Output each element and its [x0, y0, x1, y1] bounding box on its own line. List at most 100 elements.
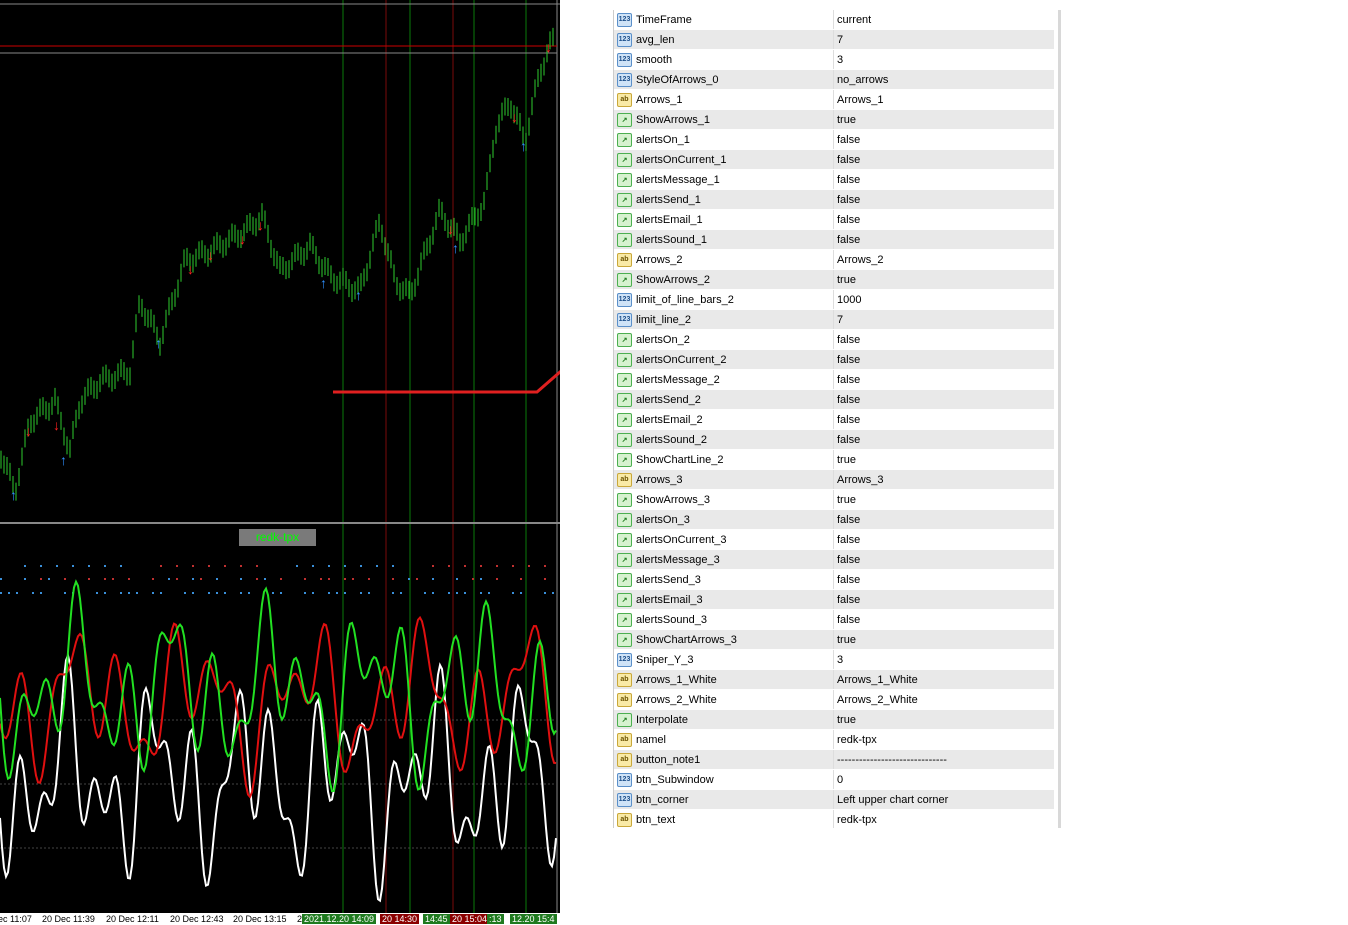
property-value[interactable]: false: [834, 330, 1054, 349]
property-value[interactable]: false: [834, 210, 1054, 229]
property-value[interactable]: redk-tpx: [834, 810, 1054, 828]
property-value[interactable]: no_arrows: [834, 70, 1054, 89]
sell-arrow-icon: ↓: [511, 109, 518, 125]
property-row[interactable]: ab Arrows_2 Arrows_2: [614, 250, 1058, 270]
property-row[interactable]: ↗ alertsEmail_1 false: [614, 210, 1058, 230]
property-row[interactable]: ↗ alertsEmail_2 false: [614, 410, 1058, 430]
property-value[interactable]: ------------------------------: [834, 750, 1054, 769]
property-name-cell: ↗ alertsSend_2: [614, 390, 834, 409]
signal-dot: [88, 578, 90, 580]
property-row[interactable]: ↗ alertsOnCurrent_3 false: [614, 530, 1058, 550]
property-row[interactable]: ↗ alertsOnCurrent_2 false: [614, 350, 1058, 370]
property-value[interactable]: true: [834, 710, 1054, 729]
property-row[interactable]: ab Arrows_3 Arrows_3: [614, 470, 1058, 490]
property-row[interactable]: ↗ alertsOnCurrent_1 false: [614, 150, 1058, 170]
property-value[interactable]: Arrows_2: [834, 250, 1054, 269]
property-row[interactable]: ↗ ShowChartLine_2 true: [614, 450, 1058, 470]
property-name-cell: ↗ alertsMessage_3: [614, 550, 834, 569]
property-row[interactable]: ab Arrows_1_White Arrows_1_White: [614, 670, 1058, 690]
property-row[interactable]: ↗ alertsEmail_3 false: [614, 590, 1058, 610]
property-value[interactable]: false: [834, 150, 1054, 169]
property-value[interactable]: false: [834, 350, 1054, 369]
property-row[interactable]: 123 limit_line_2 7: [614, 310, 1058, 330]
integer-type-icon: 123: [617, 652, 632, 667]
price-chart[interactable]: ↑ ↑ ↑ ↑ ↑ ↑ ↑ ↓ ↓ ↓ ↓ ↓ ↓ ↓ ↓ ↓ redk-tpx ec 11:07 20 Dec…: [0, 0, 560, 925]
property-value[interactable]: Arrows_3: [834, 470, 1054, 489]
property-name: TimeFrame: [636, 13, 692, 26]
property-value[interactable]: false: [834, 190, 1054, 209]
property-row[interactable]: 123 btn_Subwindow 0: [614, 770, 1058, 790]
property-value[interactable]: false: [834, 230, 1054, 249]
property-value[interactable]: Arrows_1: [834, 90, 1054, 109]
property-value[interactable]: 1000: [834, 290, 1054, 309]
property-row[interactable]: ↗ alertsMessage_3 false: [614, 550, 1058, 570]
property-row[interactable]: ↗ alertsSend_2 false: [614, 390, 1058, 410]
property-value[interactable]: Arrows_1_White: [834, 670, 1054, 689]
property-value[interactable]: 3: [834, 50, 1054, 69]
property-row[interactable]: 123 StyleOfArrows_0 no_arrows: [614, 70, 1058, 90]
property-row[interactable]: 123 smooth 3: [614, 50, 1058, 70]
property-row[interactable]: 123 btn_corner Left upper chart corner: [614, 790, 1058, 810]
property-row[interactable]: ab btn_text redk-tpx: [614, 810, 1058, 828]
property-value[interactable]: false: [834, 370, 1054, 389]
property-value[interactable]: false: [834, 570, 1054, 589]
signal-dot: [256, 565, 258, 567]
property-row[interactable]: ↗ Interpolate true: [614, 710, 1058, 730]
inputs-table[interactable]: 123 TimeFrame current 123 avg_len 7 123 smooth 3…: [613, 10, 1061, 828]
property-row[interactable]: ↗ alertsOn_3 false: [614, 510, 1058, 530]
property-value[interactable]: false: [834, 430, 1054, 449]
property-row[interactable]: ab Arrows_1 Arrows_1: [614, 90, 1058, 110]
property-row[interactable]: ↗ alertsSound_1 false: [614, 230, 1058, 250]
property-value[interactable]: false: [834, 510, 1054, 529]
property-row[interactable]: ↗ ShowArrows_3 true: [614, 490, 1058, 510]
property-value[interactable]: 0: [834, 770, 1054, 789]
property-row[interactable]: ↗ alertsSound_3 false: [614, 610, 1058, 630]
property-value[interactable]: 7: [834, 310, 1054, 329]
property-row[interactable]: ab button_note1 --------------------------…: [614, 750, 1058, 770]
property-value[interactable]: 7: [834, 30, 1054, 49]
property-row[interactable]: ↗ ShowArrows_2 true: [614, 270, 1058, 290]
property-row[interactable]: ↗ ShowArrows_1 true: [614, 110, 1058, 130]
bool-type-icon: ↗: [617, 372, 632, 387]
property-name-cell: ↗ alertsSound_3: [614, 610, 834, 629]
property-value[interactable]: true: [834, 450, 1054, 469]
property-row[interactable]: 123 limit_of_line_bars_2 1000: [614, 290, 1058, 310]
property-value[interactable]: true: [834, 490, 1054, 509]
property-value[interactable]: redk-tpx: [834, 730, 1054, 749]
property-value[interactable]: false: [834, 170, 1054, 189]
property-value[interactable]: true: [834, 630, 1054, 649]
property-value[interactable]: true: [834, 110, 1054, 129]
property-value[interactable]: false: [834, 410, 1054, 429]
property-value[interactable]: 3: [834, 650, 1054, 669]
property-row[interactable]: 123 Sniper_Y_3 3: [614, 650, 1058, 670]
property-value[interactable]: Left upper chart corner: [834, 790, 1054, 809]
signal-dot: [280, 578, 282, 580]
signal-dot: [48, 578, 50, 580]
property-row[interactable]: ↗ alertsSend_3 false: [614, 570, 1058, 590]
property-value[interactable]: false: [834, 390, 1054, 409]
property-row[interactable]: ↗ ShowChartArrows_3 true: [614, 630, 1058, 650]
property-name: alertsSend_2: [636, 393, 701, 406]
property-value[interactable]: false: [834, 590, 1054, 609]
property-row[interactable]: ↗ alertsOn_2 false: [614, 330, 1058, 350]
signal-dot: [520, 578, 522, 580]
property-row[interactable]: 123 avg_len 7: [614, 30, 1058, 50]
property-name-cell: ↗ ShowArrows_3: [614, 490, 834, 509]
property-value[interactable]: false: [834, 550, 1054, 569]
property-value[interactable]: false: [834, 530, 1054, 549]
property-row[interactable]: ↗ alertsMessage_2 false: [614, 370, 1058, 390]
property-value[interactable]: true: [834, 270, 1054, 289]
property-value[interactable]: false: [834, 610, 1054, 629]
property-row[interactable]: ↗ alertsSound_2 false: [614, 430, 1058, 450]
property-row[interactable]: ↗ alertsMessage_1 false: [614, 170, 1058, 190]
signal-dot: [120, 592, 122, 594]
property-row[interactable]: 123 TimeFrame current: [614, 10, 1058, 30]
property-row[interactable]: ab namel redk-tpx: [614, 730, 1058, 750]
property-value[interactable]: current: [834, 10, 1054, 29]
property-row[interactable]: ↗ alertsOn_1 false: [614, 130, 1058, 150]
property-value[interactable]: false: [834, 130, 1054, 149]
property-name: alertsOnCurrent_1: [636, 153, 727, 166]
property-value[interactable]: Arrows_2_White: [834, 690, 1054, 709]
property-row[interactable]: ↗ alertsSend_1 false: [614, 190, 1058, 210]
property-row[interactable]: ab Arrows_2_White Arrows_2_White: [614, 690, 1058, 710]
